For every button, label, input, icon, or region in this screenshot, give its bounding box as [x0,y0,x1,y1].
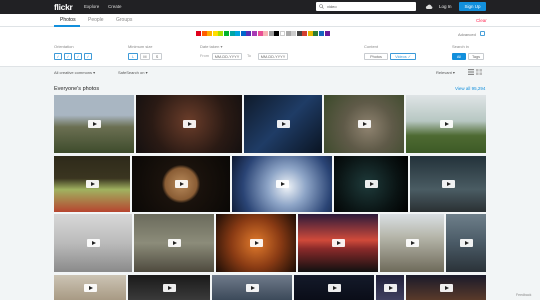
play-icon [162,283,176,292]
play-icon [439,120,453,128]
video-thumbnail[interactable] [244,95,322,153]
feedback-link[interactable]: Feedback [516,293,531,297]
play-icon [459,239,473,247]
play-icon [86,239,100,247]
video-thumbnail[interactable] [212,275,292,300]
play-icon [87,120,101,128]
video-thumbnail[interactable] [134,214,214,272]
video-thumbnail[interactable] [446,214,486,272]
video-thumbnail[interactable] [298,214,378,272]
play-icon [249,239,263,247]
play-icon [441,180,455,188]
video-thumbnail[interactable] [132,156,230,212]
video-thumbnail[interactable] [232,156,332,212]
play-icon [276,120,290,128]
play-icon [383,283,397,292]
video-thumbnail[interactable] [54,95,134,153]
play-icon [331,239,345,247]
video-thumbnail[interactable] [376,275,404,300]
play-icon [327,283,341,292]
video-thumbnail[interactable] [54,275,126,300]
video-thumbnail[interactable] [54,214,132,272]
video-thumbnail[interactable] [406,275,486,300]
play-icon [405,239,419,247]
video-thumbnail[interactable] [406,95,486,153]
video-thumbnail[interactable] [294,275,374,300]
play-icon [174,180,188,188]
play-icon [364,180,378,188]
play-icon [83,283,97,292]
video-thumbnail[interactable] [54,156,130,212]
photo-grid [0,0,540,300]
video-thumbnail[interactable] [128,275,210,300]
video-thumbnail[interactable] [216,214,296,272]
video-thumbnail[interactable] [380,214,444,272]
video-thumbnail[interactable] [334,156,408,212]
play-icon [85,180,99,188]
play-icon [439,283,453,292]
play-icon [167,239,181,247]
play-icon [182,120,196,128]
video-thumbnail[interactable] [136,95,242,153]
video-thumbnail[interactable] [324,95,404,153]
play-icon [245,283,259,292]
play-icon [357,120,371,128]
play-icon [275,180,289,188]
video-thumbnail[interactable] [410,156,486,212]
